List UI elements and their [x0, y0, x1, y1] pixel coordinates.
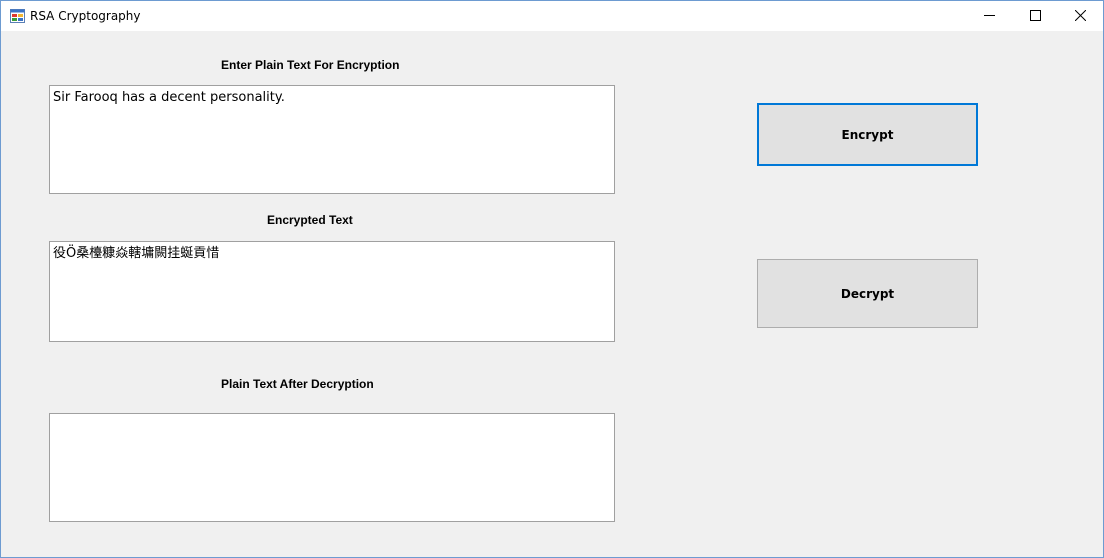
maximize-button[interactable]: [1012, 1, 1058, 31]
main-window: RSA Cryptography Enter Plain Text For En…: [0, 0, 1104, 558]
decrypted-text-input[interactable]: [49, 413, 615, 522]
decrypt-button-label: Decrypt: [841, 287, 894, 301]
encrypt-button[interactable]: Encrypt: [757, 103, 978, 166]
close-button[interactable]: [1057, 1, 1103, 31]
encrypted-text-value: 役Ö桑檯糠焱轄…: [53, 246, 606, 262]
maximize-icon: [1030, 10, 1041, 21]
title-bar[interactable]: RSA Cryptography: [1, 1, 1103, 31]
minimize-button[interactable]: [966, 1, 1012, 31]
window-title: RSA Cryptography: [30, 9, 141, 23]
decrypted-text-label: Plain Text After Decryption: [221, 377, 374, 391]
plain-text-value: Sir Farooq has a decent personality.: [53, 90, 606, 106]
encrypt-button-label: Encrypt: [842, 128, 894, 142]
decrypt-button[interactable]: Decrypt: [757, 259, 978, 328]
plain-text-label: Enter Plain Text For Encryption: [221, 58, 399, 72]
plain-text-input[interactable]: Sir Farooq has a decent personality.: [49, 85, 615, 194]
minimize-icon: [984, 10, 995, 21]
close-icon: [1075, 10, 1086, 21]
encrypted-text-input[interactable]: 役Ö桑檯糠焱轄…: [49, 241, 615, 342]
encrypted-text-label: Encrypted Text: [267, 213, 353, 227]
app-icon: [10, 9, 25, 23]
